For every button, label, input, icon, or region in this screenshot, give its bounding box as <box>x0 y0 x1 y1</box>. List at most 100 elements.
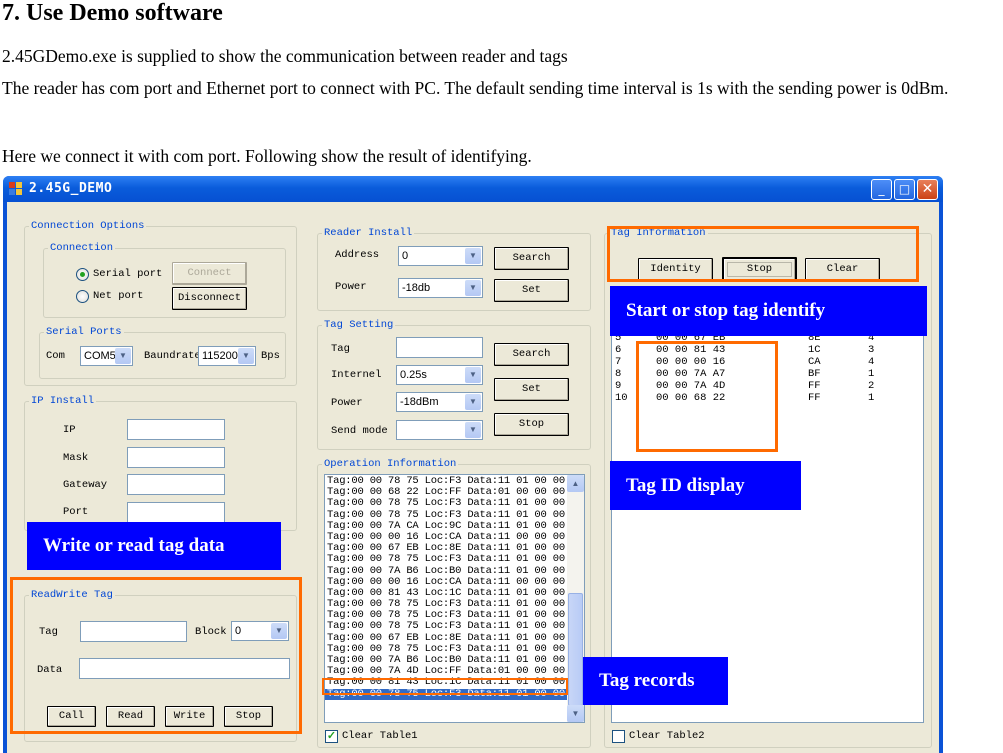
mask-label: Mask <box>63 452 89 464</box>
clear-table1-checkbox[interactable]: ✓ <box>325 730 338 743</box>
ip-install-label: IP Install <box>29 394 97 408</box>
chevron-down-icon[interactable]: ▼ <box>465 394 481 410</box>
window-title: 2.45G_DEMO <box>29 181 113 196</box>
read-write-highlight-box <box>10 577 302 734</box>
send-mode-select[interactable]: ▼ <box>396 420 483 440</box>
operation-log-row[interactable]: Tag:00 00 78 75 Loc:F3 Data:11 01 00 00 <box>325 554 569 565</box>
chevron-down-icon[interactable]: ▼ <box>465 367 481 383</box>
tag-row-count: 3 <box>868 344 875 356</box>
identify-controls-highlight-box <box>607 226 919 282</box>
chevron-down-icon[interactable]: ▼ <box>115 348 131 364</box>
tag-row-location: FF <box>808 380 821 392</box>
tag-row-location: FF <box>808 392 821 404</box>
serial-port-label: Serial port <box>93 268 163 280</box>
chevron-down-icon[interactable]: ▼ <box>465 248 481 264</box>
interval-select[interactable]: 0.25s ▼ <box>396 365 483 385</box>
mask-input[interactable] <box>127 447 225 468</box>
address-select[interactable]: 0 ▼ <box>398 246 483 266</box>
serial-port-radio[interactable] <box>76 268 89 281</box>
address-search-button[interactable]: Search <box>494 247 569 270</box>
reader-power-label: Power <box>335 281 367 293</box>
operation-log-scrollbar[interactable]: ▲ ▼ <box>567 475 584 722</box>
tag-row-location: 1C <box>808 344 821 356</box>
tag-setting-label: Tag Setting <box>322 318 396 332</box>
tag-row-number: 7 <box>615 356 622 368</box>
bps-label: Bps <box>261 350 280 362</box>
tag-row-count: 1 <box>868 368 875 380</box>
scroll-down-icon[interactable]: ▼ <box>567 705 584 722</box>
write-read-annotation: Write or read tag data <box>27 522 281 570</box>
operation-log-row[interactable]: Tag:00 00 78 75 Loc:F3 Data:11 01 00 00 <box>325 498 569 509</box>
ts-power-select[interactable]: -18dBm ▼ <box>396 392 483 412</box>
disconnect-button[interactable]: Disconnect <box>172 287 247 310</box>
net-port-radio[interactable] <box>76 290 89 303</box>
tag-row-number: 10 <box>615 392 628 404</box>
clear-table2-checkbox[interactable] <box>612 730 625 743</box>
send-mode-label: Send mode <box>331 425 388 437</box>
connection-label: Connection <box>48 241 116 255</box>
ip-label: IP <box>63 424 76 436</box>
ts-set-button[interactable]: Set <box>494 378 569 401</box>
operation-log-row[interactable]: Tag:00 00 78 75 Loc:F3 Data:11 01 00 00 <box>325 621 569 632</box>
com-select[interactable]: COM5 ▼ <box>80 346 133 366</box>
chevron-down-icon[interactable]: ▼ <box>465 280 481 296</box>
tag-row-number: 6 <box>615 344 622 356</box>
port-input[interactable] <box>127 502 225 523</box>
operation-log-row[interactable]: Tag:00 00 7A B6 Loc:B0 Data:11 01 00 00 <box>325 565 569 577</box>
chevron-down-icon[interactable]: ▼ <box>238 348 254 364</box>
reader-power-select[interactable]: -18db ▼ <box>398 278 483 298</box>
baudrate-select[interactable]: 115200 ▼ <box>198 346 256 366</box>
tag-id-display-annotation: Tag ID display <box>610 461 801 510</box>
ts-stop-button[interactable]: Stop <box>494 413 569 436</box>
connection-paragraph: Here we connect it with com port. Follow… <box>2 146 532 166</box>
port-label: Port <box>63 506 89 518</box>
chevron-down-icon[interactable]: ▼ <box>465 422 481 438</box>
tag-row-number: 9 <box>615 380 622 392</box>
intro-paragraph: 2.45GDemo.exe is supplied to show the co… <box>2 46 568 66</box>
app-icon <box>9 182 23 196</box>
reader-set-button[interactable]: Set <box>494 279 569 302</box>
maximize-button[interactable]: □ <box>894 179 915 200</box>
connection-group: Connection Serial port Net port Connect … <box>43 241 286 318</box>
close-button[interactable]: ✕ <box>917 179 938 200</box>
tag-setting-group: Tag Setting Tag Internel 0.25s ▼ Power -… <box>317 318 591 450</box>
ts-tag-label: Tag <box>331 343 350 355</box>
title-bar[interactable]: 2.45G_DEMO _ □ ✕ <box>3 176 943 202</box>
reader-install-group: Reader Install Address 0 ▼ Search Power … <box>317 226 591 311</box>
interval-value: 0.25s <box>400 369 427 381</box>
gateway-label: Gateway <box>63 479 108 491</box>
tag-row-location: BF <box>808 368 821 380</box>
com-value: COM5 <box>84 350 116 362</box>
ts-power-label: Power <box>331 397 363 409</box>
tag-row-number: 8 <box>615 368 622 380</box>
reader-install-label: Reader Install <box>322 226 415 240</box>
minimize-button[interactable]: _ <box>871 179 892 200</box>
reader-power-value: -18db <box>402 282 431 294</box>
operation-log-rows: Tag:00 00 78 75 Loc:F3 Data:11 01 00 00 T… <box>325 475 569 700</box>
section-heading: 7. Use Demo software <box>2 0 223 26</box>
operation-information-group: Operation Information Tag:00 00 78 75 Lo… <box>317 457 591 748</box>
tag-row-count: 2 <box>868 380 875 392</box>
ts-tag-input[interactable] <box>396 337 483 358</box>
ts-power-value: -18dBm <box>400 396 439 408</box>
scroll-thumb[interactable] <box>568 593 583 706</box>
tag-row-location: CA <box>808 356 821 368</box>
scroll-up-icon[interactable]: ▲ <box>567 475 584 492</box>
tag-records-annotation: Tag records <box>583 657 728 705</box>
connect-button[interactable]: Connect <box>172 262 247 285</box>
start-stop-annotation: Start or stop tag identify <box>610 286 927 336</box>
gateway-input[interactable] <box>127 474 225 495</box>
tag-id-highlight-box <box>636 341 778 452</box>
baudrate-value: 115200 <box>202 350 238 362</box>
tag-record-highlight-box <box>322 678 568 695</box>
clear-table1-label: Clear Table1 <box>342 730 418 742</box>
baudrate-label: Baundrate <box>144 350 201 362</box>
ip-input[interactable] <box>127 419 225 440</box>
serial-ports-label: Serial Ports <box>44 325 124 339</box>
serial-ports-group: Serial Ports Com COM5 ▼ Baundrate 115200… <box>39 325 286 379</box>
ts-search-button[interactable]: Search <box>494 343 569 366</box>
operation-information-label: Operation Information <box>322 457 459 471</box>
connection-options-label: Connection Options <box>29 219 147 233</box>
address-value: 0 <box>402 250 409 262</box>
com-label: Com <box>46 350 65 362</box>
